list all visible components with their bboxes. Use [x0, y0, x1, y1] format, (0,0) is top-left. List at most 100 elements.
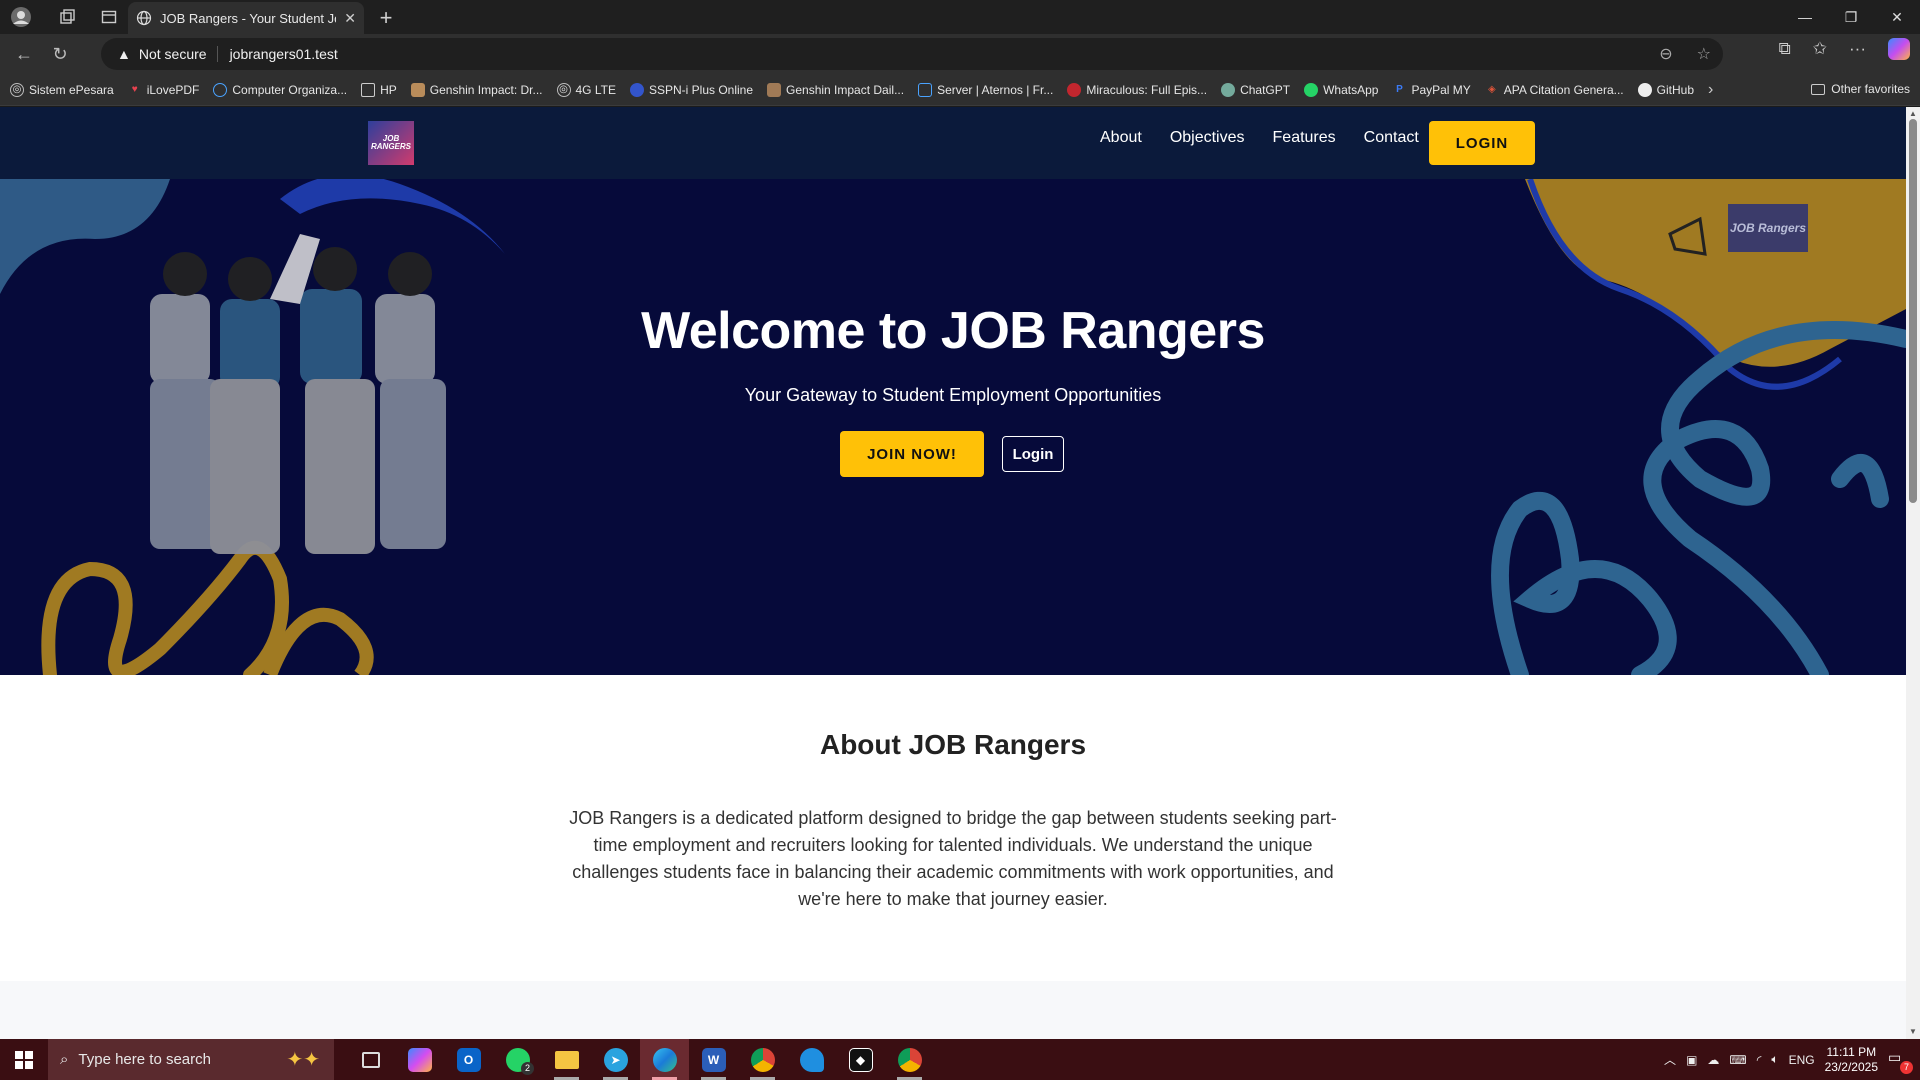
- whatsapp-badge: 2: [521, 1062, 534, 1075]
- about-body: JOB Rangers is a dedicated platform desi…: [569, 808, 1337, 909]
- copilot-icon[interactable]: [395, 1039, 444, 1080]
- bookmark-item[interactable]: Miraculous: Full Epis...: [1067, 82, 1207, 97]
- task-view-icon[interactable]: [346, 1039, 395, 1080]
- more-menu-icon[interactable]: ···: [1849, 39, 1866, 59]
- bookmark-item[interactable]: P PayPal MY: [1392, 83, 1471, 97]
- outlook-icon[interactable]: O: [444, 1039, 493, 1080]
- input-method-icon[interactable]: ⌨: [1729, 1053, 1746, 1067]
- warning-icon[interactable]: ▲: [117, 46, 131, 62]
- new-tab-icon[interactable]: +: [372, 4, 400, 32]
- clock[interactable]: 11:11 PM 23/2/2025: [1825, 1045, 1878, 1075]
- address-bar[interactable]: ▲ Not secure jobrangers01.test ⊖ ☆: [101, 38, 1723, 70]
- hero-illustration: [0, 179, 1906, 675]
- chrome-profile-icon[interactable]: [885, 1039, 934, 1080]
- file-explorer-icon[interactable]: [542, 1039, 591, 1080]
- volume-icon[interactable]: 🔈︎: [1771, 1052, 1778, 1067]
- scroll-up-icon[interactable]: ▲: [1908, 109, 1918, 119]
- profile-avatar-icon[interactable]: [0, 0, 42, 34]
- bookmark-item[interactable]: Genshin Impact Dail...: [767, 82, 904, 97]
- bookmark-item[interactable]: ChatGPT: [1221, 82, 1290, 97]
- globe-icon: ◎: [10, 82, 24, 97]
- bookmark-item[interactable]: ◈ APA Citation Genera...: [1485, 83, 1624, 97]
- bookmark-item[interactable]: HP: [361, 82, 397, 97]
- word-icon[interactable]: W: [689, 1039, 738, 1080]
- search-placeholder: Type here to search: [78, 1051, 211, 1068]
- notification-icon[interactable]: ▭ 7: [1888, 1049, 1913, 1074]
- nav-link-contact[interactable]: Contact: [1364, 129, 1419, 147]
- site-logo[interactable]: JOB RANGERS: [368, 121, 414, 165]
- bookmark-item[interactable]: ◎ 4G LTE: [556, 82, 616, 97]
- start-button[interactable]: [0, 1039, 48, 1080]
- folder-icon: [361, 82, 376, 97]
- objectives-section: [0, 981, 1906, 1039]
- chevron-up-icon[interactable]: ︿: [1664, 1051, 1676, 1068]
- system-tray: ︿ ▣ ☁ ⌨ ◜ 🔈︎ ENG 11:11 PM 23/2/2025 ▭ 7: [1664, 1039, 1920, 1080]
- security-status[interactable]: Not secure: [139, 46, 218, 62]
- onedrive-icon[interactable]: ☁: [1707, 1053, 1719, 1067]
- copilot-icon[interactable]: [1888, 38, 1910, 60]
- bookmark-item[interactable]: Genshin Impact: Dr...: [410, 82, 543, 97]
- nav-link-features[interactable]: Features: [1273, 129, 1336, 147]
- bookmark-item[interactable]: Server | Aternos | Fr...: [918, 82, 1053, 97]
- bookmark-item[interactable]: Computer Organiza...: [213, 82, 347, 97]
- taskbar-search[interactable]: ⌕ Type here to search ✦✦: [48, 1039, 334, 1080]
- bookmark-item[interactable]: WhatsApp: [1304, 82, 1378, 97]
- chrome-icon[interactable]: [738, 1039, 787, 1080]
- bookmarks-bar: ◎ Sistem ePesara ♥ iLovePDF Computer Organ…: [0, 74, 1920, 106]
- vertical-tabs-icon[interactable]: [92, 0, 126, 34]
- restore-icon[interactable]: ❐: [1828, 0, 1874, 34]
- back-icon[interactable]: ←: [6, 36, 42, 72]
- edge-icon[interactable]: [640, 1039, 689, 1080]
- server-icon: [918, 82, 933, 97]
- bookmark-item[interactable]: ♥ iLovePDF: [128, 83, 200, 97]
- tab-close-icon[interactable]: ✕: [344, 10, 356, 27]
- meet-now-icon[interactable]: ▣: [1686, 1053, 1697, 1067]
- github-icon: [1637, 82, 1652, 97]
- hero-subtitle: Your Gateway to Student Employment Oppor…: [744, 385, 1162, 405]
- nav-link-objectives[interactable]: Objectives: [1170, 129, 1245, 147]
- favorites-icon[interactable]: ✩: [1813, 39, 1827, 59]
- ladybug-icon: [1067, 82, 1082, 97]
- hero-section: JOB Rangers Welcome to JOB Rangers Your …: [0, 179, 1906, 675]
- about-heading: About JOB Rangers: [819, 729, 1087, 760]
- active-tab[interactable]: JOB Rangers - Your Student Job P ✕: [128, 2, 364, 34]
- nav-login-button[interactable]: LOGIN: [1429, 121, 1535, 165]
- nav-link-about[interactable]: About: [1100, 129, 1142, 147]
- folder-icon: [1811, 83, 1826, 95]
- whatsapp-icon[interactable]: 2: [493, 1039, 542, 1080]
- clock-date: 23/2/2025: [1824, 1059, 1878, 1074]
- chevron-right-icon[interactable]: ›: [1708, 81, 1713, 99]
- windows-taskbar: ⌕ Type here to search ✦✦ O 2 ➤ W ◆ ︿ ▣ ☁…: [0, 1039, 1920, 1080]
- bookmark-item[interactable]: ◎ Sistem ePesara: [10, 82, 114, 97]
- site-navbar: JOB RANGERS About Objectives Features Con…: [0, 107, 1906, 179]
- url-text[interactable]: jobrangers01.test: [226, 46, 338, 62]
- other-favorites[interactable]: Other favorites: [1811, 82, 1910, 96]
- page-scrollbar[interactable]: ▲ ▼: [1906, 107, 1920, 1039]
- address-toolbar: ← ↻ ▲ Not secure jobrangers01.test ⊖ ☆: [0, 34, 1920, 74]
- globe-icon: ◎: [556, 82, 571, 97]
- telegram-icon[interactable]: ➤: [591, 1039, 640, 1080]
- app-blue-icon[interactable]: [787, 1039, 836, 1080]
- hero-title: Welcome to JOB Rangers: [641, 302, 1265, 360]
- bookmark-item[interactable]: GitHub: [1637, 82, 1694, 97]
- refresh-icon[interactable]: ↻: [42, 36, 78, 72]
- scrollbar-thumb[interactable]: [1909, 119, 1917, 503]
- about-section: About JOB Rangers JOB Rangers is a dedic…: [0, 675, 1906, 981]
- bookmark-item[interactable]: SSPN-i Plus Online: [629, 82, 753, 97]
- zoom-icon[interactable]: ⊖: [1659, 44, 1672, 64]
- tab-strip: JOB Rangers - Your Student Job P ✕ + — ❐…: [0, 0, 1920, 34]
- image-icon: [767, 82, 782, 97]
- image-icon: [410, 82, 425, 97]
- minimize-icon[interactable]: —: [1782, 0, 1828, 34]
- workspaces-icon[interactable]: [50, 0, 84, 34]
- extensions-icon[interactable]: ⧉: [1779, 39, 1791, 59]
- capcut-icon[interactable]: ◆: [836, 1039, 885, 1080]
- windows-icon: [15, 1050, 33, 1069]
- wifi-icon[interactable]: ◜: [1757, 1053, 1762, 1067]
- scroll-down-icon[interactable]: ▼: [1908, 1027, 1918, 1037]
- language-indicator[interactable]: ENG: [1789, 1053, 1815, 1067]
- close-window-icon[interactable]: ✕: [1874, 0, 1920, 34]
- join-now-button[interactable]: JOIN NOW!: [840, 431, 984, 477]
- hero-login-button[interactable]: Login: [1002, 436, 1064, 472]
- favorite-star-icon[interactable]: ☆: [1697, 44, 1711, 64]
